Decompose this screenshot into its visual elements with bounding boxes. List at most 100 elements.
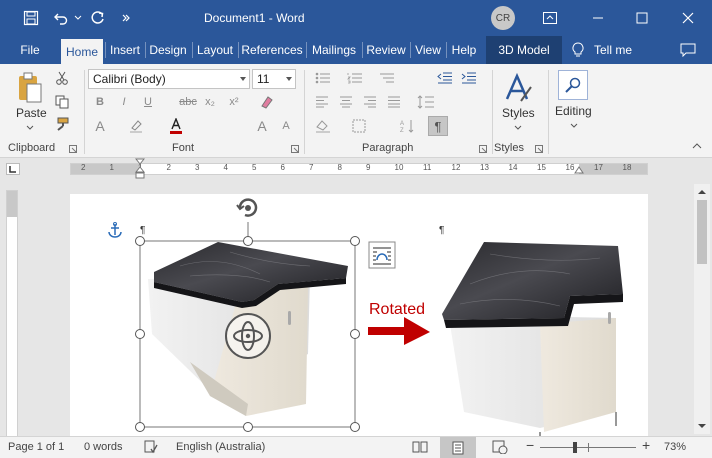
paragraph-launcher-icon[interactable] xyxy=(478,144,488,154)
vertical-ruler[interactable] xyxy=(6,190,18,438)
undo-icon[interactable] xyxy=(50,0,72,36)
align-left-icon[interactable] xyxy=(314,94,330,110)
tab-insert[interactable]: Insert xyxy=(106,36,144,64)
read-mode-icon[interactable] xyxy=(412,440,428,454)
horizontal-ruler[interactable]: 21123456789101112131415161718 xyxy=(70,158,648,179)
styles-button-label[interactable]: Styles xyxy=(502,106,535,120)
maximize-icon[interactable] xyxy=(628,0,656,36)
paste-icon[interactable] xyxy=(14,70,46,106)
sort-icon[interactable]: AZ xyxy=(398,118,416,134)
numbering-icon[interactable] xyxy=(346,70,364,86)
show-formatting-marks-icon[interactable]: ¶ xyxy=(428,116,448,136)
layout-options-icon[interactable] xyxy=(368,241,396,269)
ruler-tick-label: 3 xyxy=(195,163,200,172)
tab-view[interactable]: View xyxy=(411,36,445,64)
shrink-font-icon[interactable]: A xyxy=(278,118,294,134)
zoom-out-icon[interactable]: − xyxy=(526,437,534,453)
format-painter-icon[interactable] xyxy=(54,116,70,132)
page-count[interactable]: Page 1 of 1 xyxy=(8,441,64,453)
strikethrough-icon[interactable]: abc xyxy=(178,94,198,110)
text-highlight-icon[interactable] xyxy=(128,118,144,134)
paste-dropdown-icon[interactable] xyxy=(23,122,37,132)
tab-references[interactable]: References xyxy=(239,36,305,64)
shading-icon[interactable] xyxy=(314,118,332,134)
tab-3d-model[interactable]: 3D Model xyxy=(486,36,562,64)
styles-dropdown-icon[interactable] xyxy=(512,122,524,132)
justify-icon[interactable] xyxy=(386,94,402,110)
clipboard-launcher-icon[interactable] xyxy=(68,144,78,154)
word-count[interactable]: 0 words xyxy=(84,441,123,453)
tab-layout[interactable]: Layout xyxy=(193,36,237,64)
ribbon-display-options-icon[interactable] xyxy=(536,0,564,36)
align-right-icon[interactable] xyxy=(362,94,378,110)
tell-me-box[interactable]: Tell me xyxy=(568,36,642,64)
zoom-slider-thumb[interactable] xyxy=(573,442,577,453)
tab-label: Mailings xyxy=(311,43,356,57)
editing-dropdown-icon[interactable] xyxy=(568,120,580,130)
superscript-icon[interactable]: x² xyxy=(226,94,242,110)
subscript-icon[interactable]: x₂ xyxy=(202,94,218,110)
styles-launcher-icon[interactable] xyxy=(534,144,544,154)
text-effects-icon[interactable]: A xyxy=(92,118,108,134)
minimize-icon[interactable] xyxy=(584,0,612,36)
multilevel-list-icon[interactable] xyxy=(378,70,396,86)
borders-icon[interactable] xyxy=(350,118,368,134)
paste-label[interactable]: Paste xyxy=(16,106,47,120)
proofing-icon[interactable] xyxy=(144,440,158,454)
scroll-down-icon[interactable] xyxy=(696,420,708,432)
tab-file[interactable]: File xyxy=(10,36,50,64)
styles-gallery-icon[interactable] xyxy=(502,72,534,104)
grow-font-icon[interactable]: A xyxy=(254,118,270,134)
bold-icon[interactable]: B xyxy=(92,94,108,110)
group-separator xyxy=(304,70,305,154)
user-avatar[interactable]: CR xyxy=(491,6,515,30)
tab-mailings[interactable]: Mailings xyxy=(307,36,361,64)
undo-dropdown-icon[interactable] xyxy=(72,0,84,36)
increase-indent-icon[interactable] xyxy=(460,70,478,86)
copy-icon[interactable] xyxy=(54,94,70,110)
ruler-tick-label: 15 xyxy=(537,163,546,172)
cut-icon[interactable] xyxy=(54,70,70,86)
3d-rotate-control-icon[interactable] xyxy=(225,313,271,359)
editing-button-label[interactable]: Editing xyxy=(555,104,592,118)
find-icon[interactable] xyxy=(558,70,588,100)
anchor-icon[interactable] xyxy=(108,222,122,238)
align-center-icon[interactable] xyxy=(338,94,354,110)
print-layout-icon[interactable] xyxy=(440,437,476,458)
ruler-tick-label: 17 xyxy=(594,163,603,172)
close-icon[interactable] xyxy=(674,0,702,36)
first-line-indent-marker[interactable] xyxy=(135,158,145,180)
font-color-icon[interactable] xyxy=(168,118,184,134)
tab-review[interactable]: Review xyxy=(363,36,409,64)
vertical-scrollbar[interactable] xyxy=(694,184,710,434)
font-size-combo[interactable]: 11 xyxy=(252,69,296,89)
clear-formatting-icon[interactable] xyxy=(258,94,274,110)
italic-icon[interactable]: I xyxy=(116,94,132,110)
tab-selector-icon[interactable] xyxy=(6,163,20,175)
underline-icon[interactable]: U xyxy=(140,94,156,110)
zoom-in-icon[interactable]: + xyxy=(642,437,650,453)
document-page[interactable]: ¶ ¶ Rotated xyxy=(70,194,648,438)
web-layout-icon[interactable] xyxy=(492,440,508,454)
save-icon[interactable] xyxy=(18,0,44,36)
decrease-indent-icon[interactable] xyxy=(436,70,454,86)
redo-icon[interactable] xyxy=(88,0,108,36)
paragraph-mark-right: ¶ xyxy=(439,225,444,236)
tab-help[interactable]: Help xyxy=(447,36,481,64)
scroll-thumb[interactable] xyxy=(697,200,707,264)
font-launcher-icon[interactable] xyxy=(290,144,300,154)
collapse-ribbon-icon[interactable] xyxy=(690,140,704,152)
tab-home[interactable]: Home xyxy=(61,39,103,64)
rotation-handle-icon[interactable] xyxy=(236,198,258,217)
zoom-level[interactable]: 73% xyxy=(664,441,686,453)
customize-qat-icon[interactable] xyxy=(118,0,134,36)
right-indent-marker[interactable] xyxy=(574,166,584,174)
corner-cabinet-model-original[interactable] xyxy=(442,242,623,438)
tab-design[interactable]: Design xyxy=(146,36,190,64)
language[interactable]: English (Australia) xyxy=(176,441,265,453)
line-spacing-icon[interactable] xyxy=(416,94,436,110)
font-name-combo[interactable]: Calibri (Body) xyxy=(88,69,250,89)
bullets-icon[interactable] xyxy=(314,70,332,86)
scroll-up-icon[interactable] xyxy=(696,186,708,198)
comments-icon[interactable] xyxy=(674,36,702,64)
